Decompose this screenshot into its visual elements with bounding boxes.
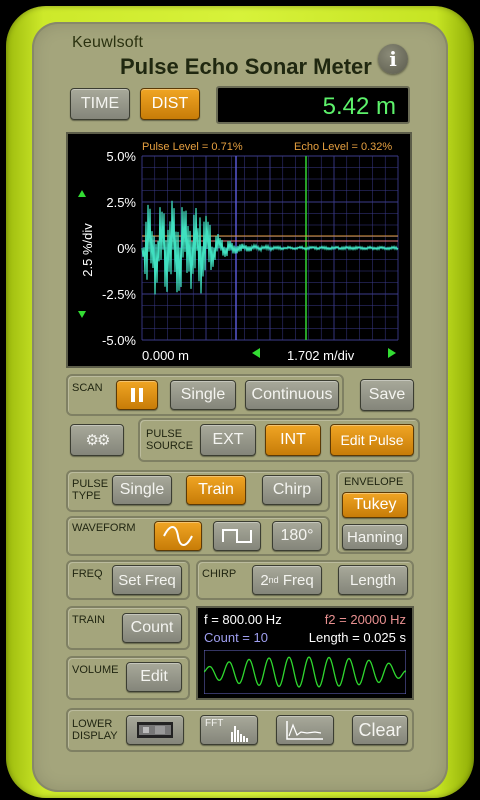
- set-freq-button[interactable]: Set Freq: [112, 565, 182, 595]
- y-tick-labels: 5.0% 2.5% 0% -2.5% -5.0%: [102, 149, 136, 348]
- pause-button[interactable]: [116, 380, 158, 410]
- volume-label: VOLUME: [72, 664, 119, 676]
- scope-svg: Pulse Level = 0.71% Echo Level = 0.32% 5…: [78, 141, 399, 363]
- save-button[interactable]: Save: [360, 379, 414, 411]
- phase-180-button[interactable]: 180°: [272, 521, 322, 551]
- distance-readout: 5.42 m: [216, 86, 410, 124]
- square-wave-button[interactable]: [213, 521, 261, 551]
- x-scale-right-icon[interactable]: [388, 348, 396, 358]
- pause-icon: [131, 388, 143, 402]
- clear-button[interactable]: Clear: [352, 715, 408, 745]
- second-freq-button[interactable]: 2nd Freq: [252, 565, 322, 595]
- chirp-label: CHIRP: [202, 568, 237, 580]
- settings-button[interactable]: ⚙⚙: [70, 424, 124, 456]
- edit-pulse-button[interactable]: Edit Pulse: [330, 424, 414, 456]
- y-scale-up-icon[interactable]: [78, 190, 86, 197]
- y-tick-label: 0%: [117, 241, 136, 256]
- y-tick-label: -2.5%: [102, 287, 136, 302]
- x-start-label: 0.000 m: [142, 348, 189, 363]
- y-scale-label: 2.5 %/div: [80, 223, 95, 277]
- brand-label: Keuwlsoft: [72, 34, 144, 51]
- frequency-value: f = 800.00 Hz: [204, 612, 282, 627]
- dist-mode-button[interactable]: DIST: [140, 88, 200, 120]
- lower-display-label: LOWER DISPLAY: [72, 718, 118, 742]
- pulse-type-chirp-button[interactable]: Chirp: [262, 475, 322, 505]
- square-wave-icon: [222, 529, 252, 543]
- scan-continuous-button[interactable]: Continuous: [245, 380, 339, 410]
- waveform-label: WAVEFORM: [72, 522, 136, 534]
- freq-label: FREQ: [72, 568, 103, 580]
- envelope-tukey-button[interactable]: Tukey: [342, 492, 408, 518]
- pulse-type-label: PULSE TYPE: [72, 478, 109, 502]
- y-tick-label: 2.5%: [106, 195, 136, 210]
- time-trace-icon: [286, 721, 323, 740]
- pulse-type-train-button[interactable]: Train: [186, 475, 246, 505]
- length-value: Length = 0.025 s: [308, 630, 406, 645]
- frequency-2-value: f2 = 20000 Hz: [324, 612, 406, 627]
- int-source-button[interactable]: INT: [265, 424, 321, 456]
- sine-wave-icon: [163, 526, 193, 546]
- app-title: Pulse Echo Sonar Meter: [120, 54, 372, 79]
- pulse-info-display: f = 800.00 Hz f2 = 20000 Hz Count = 10 L…: [196, 606, 414, 700]
- count-value: Count = 10: [204, 630, 268, 645]
- train-label: TRAIN: [72, 614, 105, 626]
- waveform-preview-trace: [204, 656, 406, 688]
- y-tick-label: -5.0%: [102, 333, 136, 348]
- pulse-type-single-button[interactable]: Single: [112, 475, 172, 505]
- chirp-length-button[interactable]: Length: [338, 565, 408, 595]
- scan-single-button[interactable]: Single: [170, 380, 236, 410]
- train-count-button[interactable]: Count: [122, 613, 182, 643]
- x-scale-label: 1.702 m/div: [287, 348, 355, 363]
- envelope-hanning-button[interactable]: Hanning: [342, 524, 408, 550]
- time-mode-button[interactable]: TIME: [70, 88, 130, 120]
- y-tick-label: 5.0%: [106, 149, 136, 164]
- time-trace-button[interactable]: [276, 715, 334, 745]
- fft-label: FFT: [205, 718, 224, 729]
- echo-level-label: Echo Level = 0.32%: [294, 141, 392, 153]
- spectrogram-icon: [137, 722, 173, 738]
- scan-label: SCAN: [72, 382, 103, 394]
- info-button[interactable]: i: [378, 44, 408, 74]
- ext-source-button[interactable]: EXT: [200, 424, 256, 456]
- pulse-source-label: PULSE SOURCE: [146, 428, 194, 452]
- volume-edit-button[interactable]: Edit: [126, 662, 182, 692]
- waveform-preview: [204, 650, 406, 694]
- y-scale-down-icon[interactable]: [78, 311, 86, 318]
- gears-icon: ⚙⚙: [85, 432, 111, 449]
- pulse-level-label: Pulse Level = 0.71%: [142, 141, 243, 153]
- fft-button[interactable]: FFT: [200, 715, 258, 745]
- x-scale-left-icon[interactable]: [252, 348, 260, 358]
- sine-wave-button[interactable]: [154, 521, 202, 551]
- spectrogram-button[interactable]: [126, 715, 184, 745]
- oscilloscope-display: Pulse Level = 0.71% Echo Level = 0.32% 5…: [66, 132, 412, 368]
- envelope-label: ENVELOPE: [344, 476, 404, 488]
